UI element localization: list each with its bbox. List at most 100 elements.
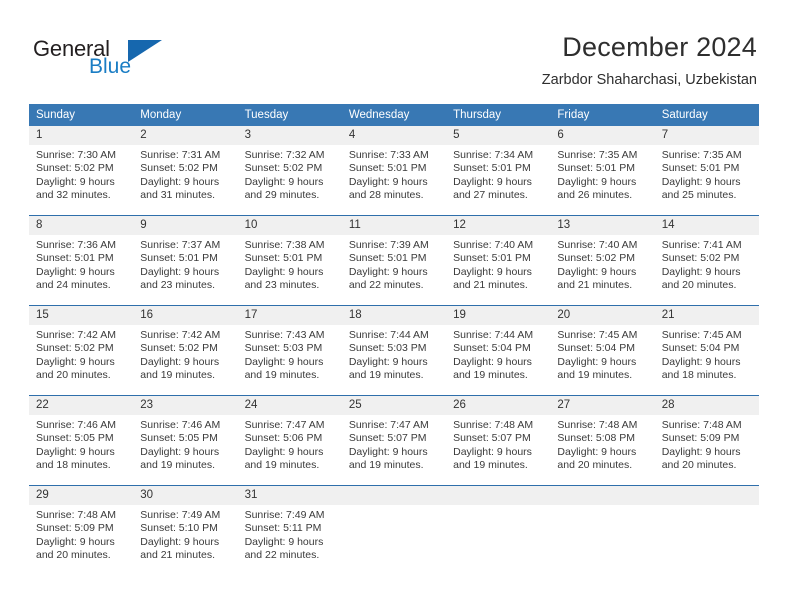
calendar-day-cell[interactable]: 6 Sunrise: 7:35 AM Sunset: 5:01 PM Dayli… (550, 126, 655, 216)
day-details: Sunrise: 7:48 AM Sunset: 5:08 PM Dayligh… (550, 415, 654, 473)
day-details: Sunrise: 7:44 AM Sunset: 5:03 PM Dayligh… (342, 325, 446, 383)
weekday-header-saturday: Saturday (654, 104, 759, 126)
weekday-header-tuesday: Tuesday (237, 104, 342, 126)
calendar-day-cell[interactable]: 8 Sunrise: 7:36 AM Sunset: 5:01 PM Dayli… (29, 215, 134, 306)
day-details: Sunrise: 7:31 AM Sunset: 5:02 PM Dayligh… (133, 145, 237, 203)
day-number: 9 (133, 216, 238, 235)
calendar-day-cell[interactable]: 20 Sunrise: 7:45 AM Sunset: 5:04 PM Dayl… (550, 305, 655, 396)
day-number: 18 (341, 306, 447, 325)
day-details: Sunrise: 7:47 AM Sunset: 5:07 PM Dayligh… (342, 415, 446, 473)
sunrise-text: Sunrise: 7:41 AM (661, 239, 742, 251)
calendar-day-cell[interactable]: 25 Sunrise: 7:47 AM Sunset: 5:07 PM Dayl… (341, 395, 447, 486)
day-details: Sunrise: 7:35 AM Sunset: 5:01 PM Dayligh… (550, 145, 654, 203)
brand-logo[interactable]: General Blue (33, 36, 163, 86)
day-details: Sunrise: 7:49 AM Sunset: 5:11 PM Dayligh… (238, 505, 342, 563)
sunset-text: Sunset: 5:01 PM (557, 162, 636, 175)
sunset-text: Sunset: 5:08 PM (557, 432, 636, 445)
calendar-day-cell-empty (654, 485, 759, 575)
daylight-text-line2: and 22 minutes. (348, 279, 424, 292)
daylight-text-line1: Daylight: 9 hours (557, 175, 637, 188)
calendar-day-cell[interactable]: 12 Sunrise: 7:40 AM Sunset: 5:01 PM Dayl… (446, 215, 551, 306)
calendar-day-cell[interactable]: 24 Sunrise: 7:47 AM Sunset: 5:06 PM Dayl… (237, 395, 342, 486)
sunrise-text: Sunrise: 7:36 AM (36, 239, 116, 251)
day-number: 5 (446, 126, 551, 145)
daylight-text-line2: and 19 minutes. (453, 459, 528, 472)
day-details: Sunrise: 7:46 AM Sunset: 5:05 PM Dayligh… (29, 415, 133, 473)
sunrise-text: Sunrise: 7:47 AM (244, 419, 325, 431)
daylight-text-line2: and 19 minutes. (453, 369, 528, 382)
calendar-day-cell[interactable]: 29 Sunrise: 7:48 AM Sunset: 5:09 PM Dayl… (29, 485, 134, 575)
page-title: December 2024 (562, 32, 757, 62)
calendar-day-cell[interactable]: 27 Sunrise: 7:48 AM Sunset: 5:08 PM Dayl… (550, 395, 655, 486)
calendar-day-cell[interactable]: 18 Sunrise: 7:44 AM Sunset: 5:03 PM Dayl… (341, 305, 447, 396)
daylight-text-line1: Daylight: 9 hours (453, 355, 532, 368)
day-number: 25 (341, 396, 447, 415)
calendar-day-cell[interactable]: 19 Sunrise: 7:44 AM Sunset: 5:04 PM Dayl… (446, 305, 551, 396)
day-details: Sunrise: 7:48 AM Sunset: 5:09 PM Dayligh… (29, 505, 133, 563)
sunset-text: Sunset: 5:01 PM (348, 162, 427, 175)
title-block: December 2024 Zarbdor Shaharchasi, Uzbek… (542, 30, 757, 90)
daylight-text-line1: Daylight: 9 hours (348, 265, 428, 278)
sunrise-text: Sunrise: 7:48 AM (661, 419, 742, 431)
daylight-text-line2: and 20 minutes. (557, 459, 633, 472)
sunrise-text: Sunrise: 7:32 AM (244, 149, 325, 161)
calendar-day-cell-empty (446, 485, 551, 575)
calendar-day-cell[interactable]: 9 Sunrise: 7:37 AM Sunset: 5:01 PM Dayli… (133, 215, 238, 306)
day-details: Sunrise: 7:33 AM Sunset: 5:01 PM Dayligh… (342, 145, 446, 203)
daylight-text-line2: and 19 minutes. (348, 369, 424, 382)
sunrise-text: Sunrise: 7:35 AM (661, 149, 742, 161)
day-number: 24 (237, 396, 342, 415)
day-number: 20 (550, 306, 655, 325)
sunrise-text: Sunrise: 7:44 AM (348, 329, 429, 341)
calendar-day-cell[interactable]: 31 Sunrise: 7:49 AM Sunset: 5:11 PM Dayl… (237, 485, 342, 575)
calendar-day-cell[interactable]: 4 Sunrise: 7:33 AM Sunset: 5:01 PM Dayli… (341, 126, 447, 216)
sunrise-text: Sunrise: 7:48 AM (453, 419, 534, 431)
calendar-day-cell[interactable]: 7 Sunrise: 7:35 AM Sunset: 5:01 PM Dayli… (654, 126, 759, 216)
calendar-day-cell[interactable]: 15 Sunrise: 7:42 AM Sunset: 5:02 PM Dayl… (29, 305, 134, 396)
sunrise-text: Sunrise: 7:49 AM (244, 509, 325, 521)
daylight-text-line2: and 19 minutes. (348, 459, 424, 472)
weekday-header-wednesday: Wednesday (341, 104, 447, 126)
day-number: 27 (550, 396, 655, 415)
daylight-text-line1: Daylight: 9 hours (348, 175, 428, 188)
sunset-text: Sunset: 5:02 PM (244, 162, 323, 175)
calendar-day-cell[interactable]: 23 Sunrise: 7:46 AM Sunset: 5:05 PM Dayl… (133, 395, 238, 486)
day-details: Sunrise: 7:48 AM Sunset: 5:09 PM Dayligh… (655, 415, 759, 473)
sunrise-text: Sunrise: 7:31 AM (140, 149, 221, 161)
daylight-text-line2: and 18 minutes. (661, 369, 737, 382)
day-number: 14 (654, 216, 759, 235)
daylight-text-line2: and 32 minutes. (36, 189, 111, 202)
calendar-day-cell[interactable]: 5 Sunrise: 7:34 AM Sunset: 5:01 PM Dayli… (446, 126, 551, 216)
calendar-day-cell[interactable]: 21 Sunrise: 7:45 AM Sunset: 5:04 PM Dayl… (654, 305, 759, 396)
daylight-text-line2: and 24 minutes. (36, 279, 111, 292)
day-details: Sunrise: 7:36 AM Sunset: 5:01 PM Dayligh… (29, 235, 133, 293)
calendar-day-cell[interactable]: 26 Sunrise: 7:48 AM Sunset: 5:07 PM Dayl… (446, 395, 551, 486)
calendar-day-cell[interactable]: 11 Sunrise: 7:39 AM Sunset: 5:01 PM Dayl… (341, 215, 447, 306)
daylight-text-line2: and 25 minutes. (661, 189, 737, 202)
sunrise-text: Sunrise: 7:46 AM (36, 419, 116, 431)
calendar-day-cell[interactable]: 16 Sunrise: 7:42 AM Sunset: 5:02 PM Dayl… (133, 305, 238, 396)
daylight-text-line2: and 20 minutes. (661, 459, 737, 472)
calendar-week-row: 22 Sunrise: 7:46 AM Sunset: 5:05 PM Dayl… (29, 395, 759, 486)
sunrise-text: Sunrise: 7:33 AM (348, 149, 429, 161)
sunrise-text: Sunrise: 7:45 AM (557, 329, 638, 341)
calendar-day-cell[interactable]: 2 Sunrise: 7:31 AM Sunset: 5:02 PM Dayli… (133, 126, 238, 216)
calendar-day-cell[interactable]: 10 Sunrise: 7:38 AM Sunset: 5:01 PM Dayl… (237, 215, 342, 306)
calendar-day-cell[interactable]: 14 Sunrise: 7:41 AM Sunset: 5:02 PM Dayl… (654, 215, 759, 306)
calendar-body: 1 Sunrise: 7:30 AM Sunset: 5:02 PM Dayli… (29, 126, 759, 575)
daylight-text-line2: and 26 minutes. (557, 189, 633, 202)
day-details: Sunrise: 7:49 AM Sunset: 5:10 PM Dayligh… (133, 505, 237, 563)
sunrise-text: Sunrise: 7:38 AM (244, 239, 325, 251)
daylight-text-line1: Daylight: 9 hours (453, 175, 532, 188)
calendar-day-cell[interactable]: 3 Sunrise: 7:32 AM Sunset: 5:02 PM Dayli… (237, 126, 342, 216)
calendar-day-cell[interactable]: 28 Sunrise: 7:48 AM Sunset: 5:09 PM Dayl… (654, 395, 759, 486)
day-number: 23 (133, 396, 238, 415)
daylight-text-line2: and 21 minutes. (140, 549, 215, 562)
calendar-day-cell[interactable]: 30 Sunrise: 7:49 AM Sunset: 5:10 PM Dayl… (133, 485, 238, 575)
calendar-day-cell[interactable]: 22 Sunrise: 7:46 AM Sunset: 5:05 PM Dayl… (29, 395, 134, 486)
daylight-text-line1: Daylight: 9 hours (661, 355, 741, 368)
calendar-day-cell[interactable]: 17 Sunrise: 7:43 AM Sunset: 5:03 PM Dayl… (237, 305, 342, 396)
calendar-day-cell[interactable]: 13 Sunrise: 7:40 AM Sunset: 5:02 PM Dayl… (550, 215, 655, 306)
calendar-day-cell[interactable]: 1 Sunrise: 7:30 AM Sunset: 5:02 PM Dayli… (29, 126, 134, 216)
sunset-text: Sunset: 5:01 PM (453, 162, 531, 175)
